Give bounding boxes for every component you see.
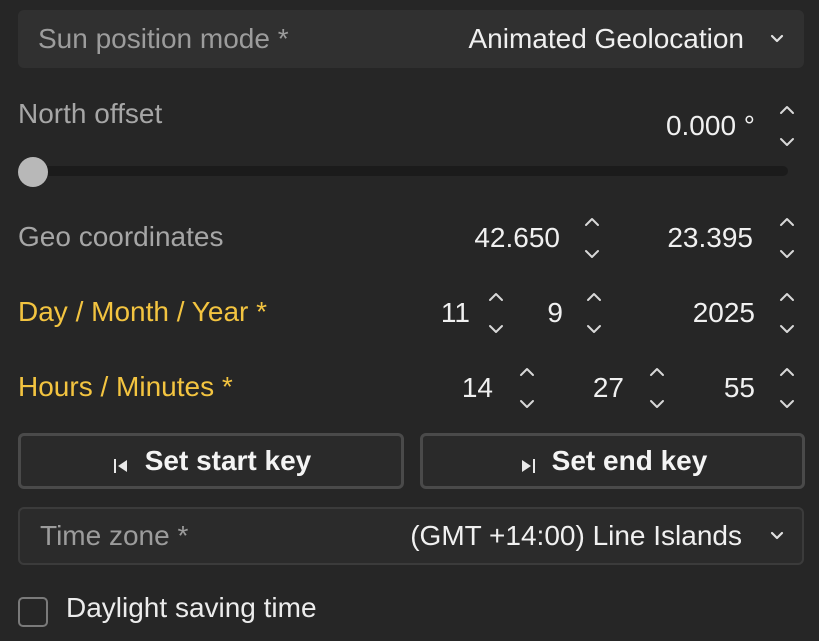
daylight-saving-label: Daylight saving time [66, 592, 317, 623]
day-spinner[interactable] [485, 291, 507, 335]
time-label: Hours / Minutes * [18, 371, 233, 402]
month-value[interactable]: 9 [547, 297, 563, 329]
north-offset-slider-thumb[interactable] [18, 157, 48, 187]
day-value[interactable]: 11 [441, 297, 470, 329]
set-start-key-label: Set start key [144, 445, 312, 476]
sun-position-mode-value: Animated Geolocation [468, 23, 744, 54]
latitude-value[interactable]: 42.650 [474, 222, 560, 254]
longitude-value[interactable]: 23.395 [667, 222, 753, 254]
time-zone-value: (GMT +14:00) Line Islands [410, 520, 742, 551]
longitude-spinner[interactable] [776, 216, 798, 260]
date-label: Day / Month / Year * [18, 296, 268, 327]
geo-coordinates-label: Geo coordinates [18, 221, 224, 252]
chevron-down-icon [768, 30, 786, 48]
north-offset-label: North offset [18, 98, 163, 129]
daylight-saving-checkbox[interactable] [18, 597, 48, 627]
time-zone-dropdown[interactable]: Time zone * (GMT +14:00) Line Islands [18, 507, 804, 565]
skip-to-start-icon [111, 451, 131, 473]
latitude-spinner[interactable] [581, 216, 603, 260]
year-value[interactable]: 2025 [693, 297, 755, 329]
north-offset-slider-track[interactable] [18, 166, 788, 176]
minutes-spinner[interactable] [646, 366, 668, 410]
seconds-spinner[interactable] [776, 366, 798, 410]
skip-to-end-icon [518, 451, 538, 473]
month-spinner[interactable] [583, 291, 605, 335]
set-end-key-label: Set end key [551, 445, 708, 476]
set-start-key-button[interactable]: Set start key [18, 433, 404, 489]
year-spinner[interactable] [776, 291, 798, 335]
hours-spinner[interactable] [516, 366, 538, 410]
minutes-value[interactable]: 27 [593, 372, 624, 404]
set-end-key-button[interactable]: Set end key [420, 433, 805, 489]
sun-position-mode-label: Sun position mode * [38, 23, 289, 54]
north-offset-spinner[interactable] [776, 104, 798, 148]
hours-value[interactable]: 14 [462, 372, 493, 404]
sun-position-mode-dropdown[interactable]: Sun position mode * Animated Geolocation [18, 10, 804, 68]
north-offset-value[interactable]: 0.000 ° [666, 110, 755, 142]
seconds-value[interactable]: 55 [724, 372, 755, 404]
chevron-down-icon [768, 527, 786, 545]
time-zone-label: Time zone * [40, 520, 189, 551]
